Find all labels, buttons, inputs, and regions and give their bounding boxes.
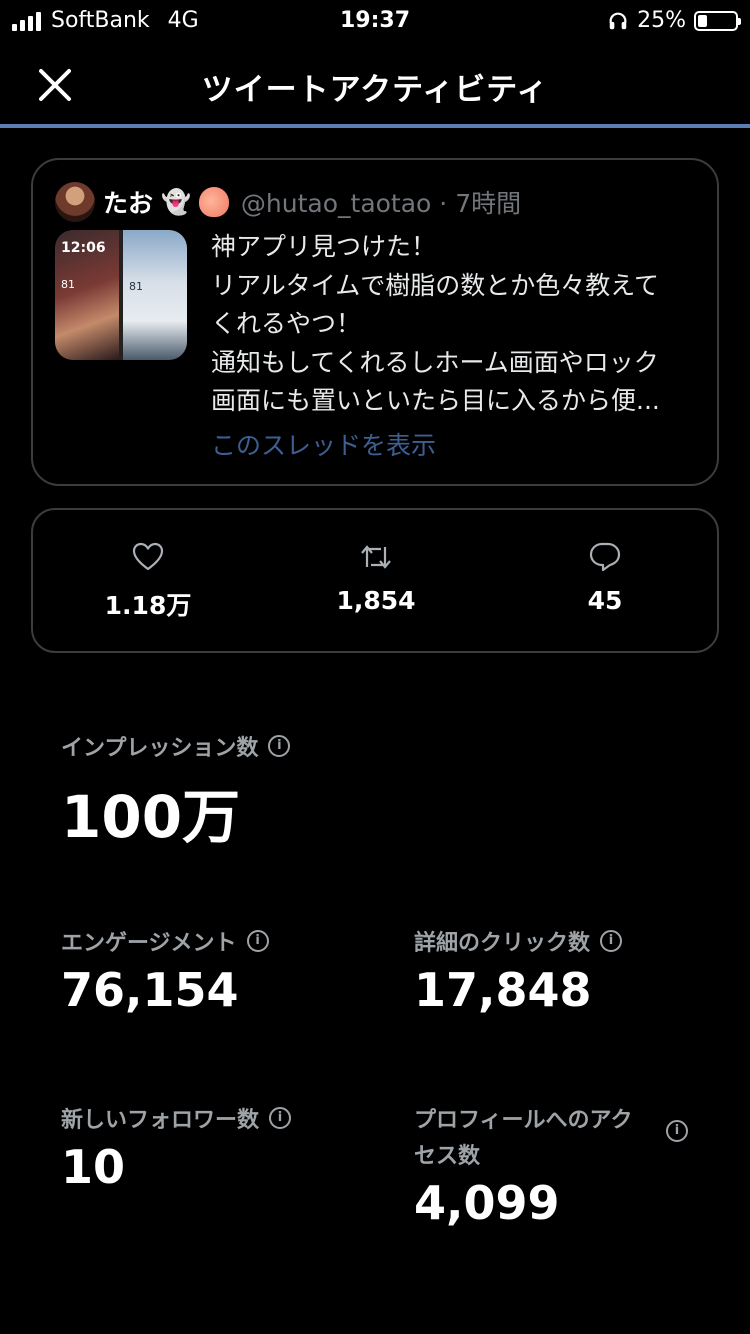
detail-clicks-value: 17,848: [414, 963, 592, 1017]
thumbnail-left-panel: 12:06 81: [55, 230, 119, 360]
new-followers-value: 10: [61, 1140, 126, 1194]
tweet-author-name: たお: [103, 189, 154, 218]
impressions-label: インプレッション数: [61, 736, 259, 761]
headphones-icon: [609, 12, 627, 29]
tweet-line: 通知もしてくれるしホーム画面やロック: [211, 347, 659, 377]
replies-stat[interactable]: 45: [515, 540, 695, 615]
metric-new-followers: 新しいフォロワー数 i 10: [61, 1102, 292, 1194]
profile-visits-label-line1: プロフィールへのアク: [414, 1108, 633, 1133]
info-icon[interactable]: i: [269, 1107, 292, 1129]
profile-visits-value: 4,099: [414, 1176, 560, 1230]
battery-percent: 25%: [637, 8, 686, 33]
page-title: ツイートアクティビティ: [201, 72, 549, 108]
info-icon[interactable]: i: [246, 930, 269, 952]
tweet-handle-time: @hutao_taotao · 7時間: [240, 189, 522, 218]
battery-icon: [694, 10, 741, 31]
tweet-line: 神アプリ見つけた！: [211, 232, 437, 261]
nav-bar: ツイートアクティビティ: [0, 40, 750, 126]
tweet-text: 神アプリ見つけた！ リアルタイムで樹脂の数とか色々教えて くれるやつ！ 通知もし…: [211, 228, 701, 421]
tweet-line: リアルタイムで樹脂の数とか色々教えて: [211, 270, 660, 300]
engagements-label: エンゲージメント: [61, 931, 237, 956]
replies-count: 45: [587, 586, 623, 615]
retweet-icon: [361, 545, 391, 569]
tweet-image-thumbnail[interactable]: 12:06 81 81: [55, 230, 187, 360]
profile-visits-label-line2: セス数: [414, 1144, 481, 1169]
metric-impressions: インプレッション数 i 100万: [61, 730, 291, 854]
metric-detail-clicks: 詳細のクリック数 i 17,848: [414, 925, 623, 1017]
engagement-summary-card: 1.18万 1,854 45: [31, 508, 719, 653]
metric-label: 新しいフォロワー数 i: [61, 1102, 292, 1134]
retweets-count: 1,854: [336, 586, 416, 615]
show-thread-link[interactable]: このスレッドを表示: [211, 426, 436, 462]
metric-label: エンゲージメント i: [61, 925, 269, 957]
thumbnail-value-a: 81: [61, 278, 75, 291]
info-icon[interactable]: i: [600, 930, 623, 952]
avatar[interactable]: [55, 182, 95, 222]
metric-engagements: エンゲージメント i 76,154: [61, 925, 269, 1017]
retweets-stat[interactable]: 1,854: [286, 540, 466, 615]
info-icon[interactable]: i: [268, 735, 291, 757]
likes-count: 1.18万: [104, 591, 192, 620]
status-bar-right: 25%: [607, 8, 741, 33]
tweet-card[interactable]: たお 👻 @hutao_taotao · 7時間 12:06 81 81 神アプ…: [31, 158, 719, 486]
engagements-value: 76,154: [61, 963, 239, 1017]
new-followers-label: 新しいフォロワー数: [61, 1108, 260, 1133]
thumbnail-time: 12:06: [61, 240, 106, 256]
tweet-header: たお 👻 @hutao_taotao · 7時間: [55, 182, 521, 222]
thumbnail-value-b: 81: [129, 280, 143, 293]
metric-profile-visits: プロフィールへのアク セス数 i 4,099: [414, 1102, 694, 1230]
tweet-line: 画面にも置いといたら目に入るから便...: [211, 386, 660, 415]
metric-label: インプレッション数 i: [61, 730, 291, 762]
likes-stat[interactable]: 1.18万: [58, 540, 238, 622]
metric-label: プロフィールへのアク セス数 i: [414, 1102, 694, 1170]
detail-clicks-label: 詳細のクリック数: [414, 931, 591, 956]
peach-emoji-icon: [198, 187, 229, 217]
ghost-emoji-icon: 👻: [161, 188, 191, 216]
battery-fill: [698, 14, 707, 27]
heart-icon: [132, 542, 164, 571]
impressions-value: 100万: [61, 783, 241, 851]
tweet-line: くれるやつ！: [211, 309, 362, 338]
nav-divider: [0, 124, 750, 128]
status-bar: SoftBank 4G 19:37 25%: [0, 0, 750, 40]
info-icon[interactable]: i: [666, 1120, 688, 1142]
metric-label: 詳細のクリック数 i: [414, 925, 623, 957]
reply-icon: [589, 542, 621, 572]
thumbnail-right-panel: 81: [123, 230, 187, 360]
